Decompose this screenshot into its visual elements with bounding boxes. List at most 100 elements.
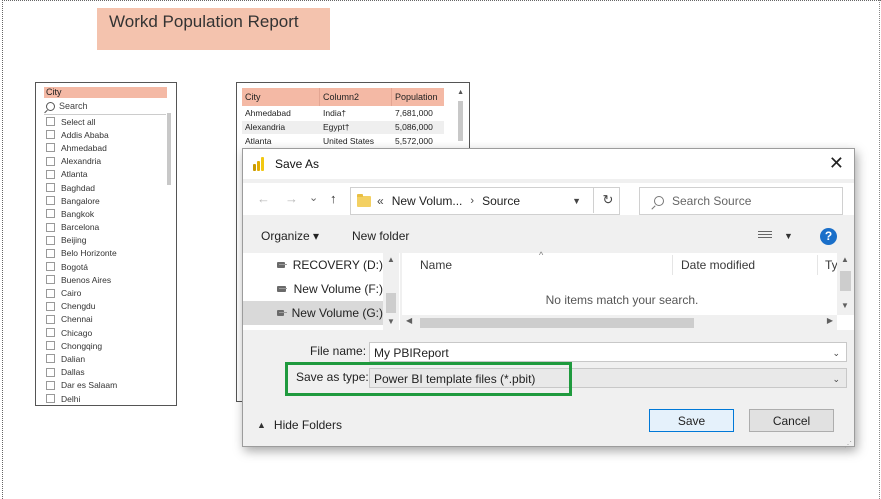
scroll-thumb[interactable] [840,271,851,291]
help-icon[interactable]: ? [820,228,837,245]
column-header[interactable]: City [242,88,320,106]
checkbox[interactable] [46,169,55,179]
search-input[interactable]: Search Source [639,187,843,215]
checkbox[interactable] [46,301,55,311]
new-folder-button[interactable]: New folder [352,229,409,243]
nav-scrollbar[interactable]: ▲ ▼ [383,253,399,330]
slicer-item[interactable]: Dar es Salaam [46,379,176,392]
checkbox[interactable] [46,328,55,338]
scroll-thumb[interactable] [420,318,694,328]
close-icon[interactable]: ✕ [829,154,844,172]
slicer-item[interactable]: Delhi [46,392,176,405]
breadcrumb-segment[interactable]: Source [482,194,520,208]
drive-icon [277,310,287,316]
slicer-item[interactable]: Dalian [46,352,176,365]
checkbox[interactable] [46,367,55,377]
checkbox[interactable] [46,341,55,351]
slicer-scrollbar[interactable] [167,113,171,185]
back-arrow-icon[interactable]: ← [257,191,270,206]
cancel-button[interactable]: Cancel [749,409,834,432]
column-header[interactable]: Column2 [320,88,392,106]
slicer-item[interactable]: Addis Ababa [46,128,176,141]
checkbox[interactable] [46,222,55,232]
scroll-thumb[interactable] [386,293,396,313]
nav-item-recovery[interactable]: RECOVERY (D:) [243,253,383,277]
up-arrow-icon[interactable]: ↑ [330,191,337,206]
slicer-item[interactable]: Chicago [46,326,176,339]
slicer-search[interactable]: Search [46,101,176,112]
save-button[interactable]: Save [649,409,734,432]
breadcrumb-segment[interactable]: New Volum... [392,194,463,208]
slicer-item[interactable]: Chongqing [46,339,176,352]
slicer-item[interactable]: Select all [46,115,176,128]
forward-arrow-icon[interactable]: → [285,191,298,206]
slicer-item-label: Buenos Aires [61,274,112,285]
checkbox[interactable] [46,380,55,390]
scroll-left-icon[interactable]: ◀ [406,316,412,325]
organize-button[interactable]: Organize ▾ [261,229,319,243]
checkbox[interactable] [46,130,55,140]
checkbox[interactable] [46,314,55,324]
checkbox[interactable] [46,183,55,193]
slicer-item[interactable]: Atlanta [46,168,176,181]
dialog-titlebar[interactable]: Save As ✕ [243,149,854,179]
nav-item-label: RECOVERY (D:) [292,258,383,272]
scroll-down-icon[interactable]: ▼ [841,301,849,310]
checkbox[interactable] [46,275,55,285]
slicer-item[interactable]: Chennai [46,313,176,326]
slicer-item[interactable]: Ahmedabad [46,141,176,154]
checkbox[interactable] [46,394,55,404]
view-options-icon[interactable] [758,231,772,241]
checkbox[interactable] [46,156,55,166]
column-header-name[interactable]: Name [420,253,452,277]
checkbox[interactable] [46,117,55,127]
chevron-down-icon[interactable]: ⌄ [832,343,840,363]
checkbox[interactable] [46,143,55,153]
nav-item-new-volume-f[interactable]: New Volume (F:) [243,277,383,301]
hide-folders-button[interactable]: ▲ Hide Folders [257,418,342,432]
slicer-item[interactable]: Belo Horizonte [46,247,176,260]
slicer-item[interactable]: Beijing [46,234,176,247]
checkbox[interactable] [46,354,55,364]
file-list-horizontal-scrollbar[interactable]: ◀ ▶ [402,315,837,330]
address-bar[interactable]: « New Volum... › Source ▼ [350,187,620,215]
slicer-item[interactable]: Buenos Aires [46,273,176,286]
column-header-type[interactable]: Ty [825,253,838,277]
resize-grip[interactable] [844,436,852,444]
chevron-down-icon[interactable]: ▼ [572,196,581,206]
table-scrollbar[interactable] [458,101,463,141]
refresh-icon[interactable]: ↻ [593,187,622,213]
address-overflow[interactable]: « [377,194,384,208]
column-header[interactable]: Population [392,88,444,106]
nav-item-new-volume-g[interactable]: New Volume (G:) [243,301,383,325]
chevron-down-icon[interactable]: ▼ [784,231,793,241]
column-divider[interactable] [817,255,818,275]
checkbox[interactable] [46,209,55,219]
scroll-up-icon[interactable]: ▲ [841,255,849,264]
slicer-item[interactable]: Bogotá [46,260,176,273]
column-divider[interactable] [672,255,673,275]
chevron-down-icon[interactable]: ⌄ [832,369,840,389]
scroll-up-icon[interactable]: ▲ [387,255,395,264]
checkbox[interactable] [46,235,55,245]
slicer-item[interactable]: Cairo [46,286,176,299]
checkbox[interactable] [46,288,55,298]
column-header-date[interactable]: Date modified [681,253,755,277]
city-slicer[interactable]: City Search Select all Addis Ababa Ahmedab… [35,82,177,406]
slicer-item[interactable]: Alexandria [46,155,176,168]
slicer-item[interactable]: Dallas [46,366,176,379]
slicer-item[interactable]: Chengdu [46,300,176,313]
checkbox[interactable] [46,248,55,258]
checkbox[interactable] [46,196,55,206]
scroll-down-icon[interactable]: ▼ [387,317,395,326]
slicer-item[interactable]: Baghdad [46,181,176,194]
scroll-right-icon[interactable]: ▶ [827,316,833,325]
file-list-vertical-scrollbar[interactable]: ▲ ▼ [837,253,854,315]
slicer-item[interactable]: Barcelona [46,221,176,234]
checkbox[interactable] [46,262,55,272]
slicer-item[interactable]: Bangalore [46,194,176,207]
scroll-up-icon[interactable]: ▲ [457,89,464,96]
recent-locations-icon[interactable]: ⌄ [309,191,318,204]
file-name-field[interactable]: My PBIReport ⌄ [369,342,847,362]
slicer-item[interactable]: Bangkok [46,207,176,220]
